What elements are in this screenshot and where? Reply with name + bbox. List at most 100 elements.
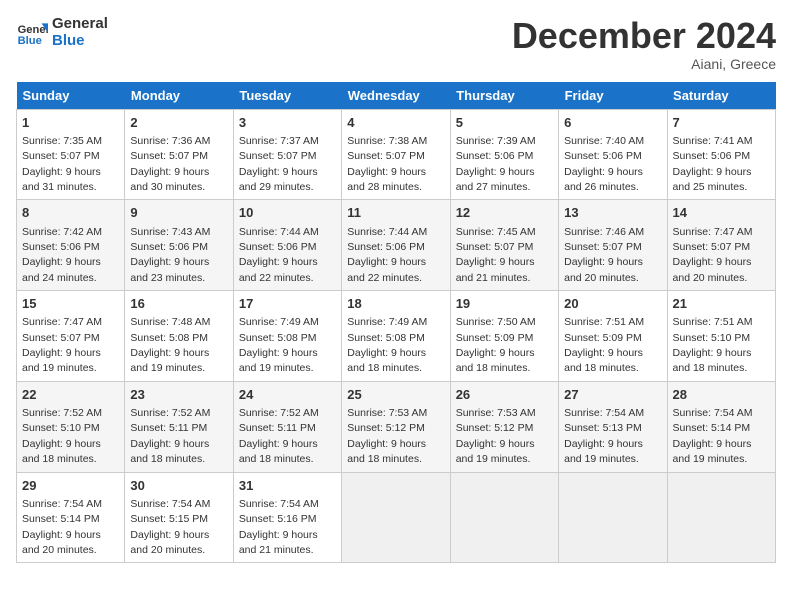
calendar-cell: 25 Sunrise: 7:53 AMSunset: 5:12 PMDaylig… <box>342 381 450 472</box>
logo: General Blue General Blue <box>16 16 108 49</box>
day-number: 20 <box>564 295 661 313</box>
day-info: Sunrise: 7:52 AMSunset: 5:10 PMDaylight:… <box>22 407 102 465</box>
day-number: 8 <box>22 204 119 222</box>
day-number: 26 <box>456 386 553 404</box>
day-number: 9 <box>130 204 227 222</box>
day-number: 1 <box>22 114 119 132</box>
calendar-week-row: 15 Sunrise: 7:47 AMSunset: 5:07 PMDaylig… <box>17 291 776 382</box>
month-title: December 2024 <box>512 16 776 56</box>
calendar-cell: 29 Sunrise: 7:54 AMSunset: 5:14 PMDaylig… <box>17 472 125 563</box>
calendar-cell: 17 Sunrise: 7:49 AMSunset: 5:08 PMDaylig… <box>233 291 341 382</box>
day-number: 30 <box>130 477 227 495</box>
day-info: Sunrise: 7:40 AMSunset: 5:06 PMDaylight:… <box>564 135 644 193</box>
day-info: Sunrise: 7:48 AMSunset: 5:08 PMDaylight:… <box>130 316 210 374</box>
day-info: Sunrise: 7:46 AMSunset: 5:07 PMDaylight:… <box>564 226 644 284</box>
day-number: 4 <box>347 114 444 132</box>
weekday-header-wednesday: Wednesday <box>342 82 450 110</box>
day-info: Sunrise: 7:39 AMSunset: 5:06 PMDaylight:… <box>456 135 536 193</box>
day-number: 11 <box>347 204 444 222</box>
day-info: Sunrise: 7:42 AMSunset: 5:06 PMDaylight:… <box>22 226 102 284</box>
day-number: 31 <box>239 477 336 495</box>
weekday-header-tuesday: Tuesday <box>233 82 341 110</box>
calendar-cell <box>559 472 667 563</box>
calendar-cell: 10 Sunrise: 7:44 AMSunset: 5:06 PMDaylig… <box>233 200 341 291</box>
calendar-cell: 26 Sunrise: 7:53 AMSunset: 5:12 PMDaylig… <box>450 381 558 472</box>
calendar-cell: 16 Sunrise: 7:48 AMSunset: 5:08 PMDaylig… <box>125 291 233 382</box>
calendar-cell: 14 Sunrise: 7:47 AMSunset: 5:07 PMDaylig… <box>667 200 775 291</box>
day-info: Sunrise: 7:54 AMSunset: 5:13 PMDaylight:… <box>564 407 644 465</box>
day-number: 16 <box>130 295 227 313</box>
day-info: Sunrise: 7:47 AMSunset: 5:07 PMDaylight:… <box>673 226 753 284</box>
weekday-header-monday: Monday <box>125 82 233 110</box>
calendar-cell <box>342 472 450 563</box>
day-info: Sunrise: 7:54 AMSunset: 5:16 PMDaylight:… <box>239 498 319 556</box>
day-info: Sunrise: 7:54 AMSunset: 5:15 PMDaylight:… <box>130 498 210 556</box>
calendar-week-row: 29 Sunrise: 7:54 AMSunset: 5:14 PMDaylig… <box>17 472 776 563</box>
weekday-header-saturday: Saturday <box>667 82 775 110</box>
calendar-cell: 24 Sunrise: 7:52 AMSunset: 5:11 PMDaylig… <box>233 381 341 472</box>
calendar-week-row: 1 Sunrise: 7:35 AMSunset: 5:07 PMDayligh… <box>17 109 776 200</box>
day-number: 13 <box>564 204 661 222</box>
calendar-cell: 20 Sunrise: 7:51 AMSunset: 5:09 PMDaylig… <box>559 291 667 382</box>
day-number: 19 <box>456 295 553 313</box>
calendar-cell: 30 Sunrise: 7:54 AMSunset: 5:15 PMDaylig… <box>125 472 233 563</box>
day-number: 15 <box>22 295 119 313</box>
day-info: Sunrise: 7:51 AMSunset: 5:09 PMDaylight:… <box>564 316 644 374</box>
calendar-cell: 12 Sunrise: 7:45 AMSunset: 5:07 PMDaylig… <box>450 200 558 291</box>
weekday-header-sunday: Sunday <box>17 82 125 110</box>
day-info: Sunrise: 7:44 AMSunset: 5:06 PMDaylight:… <box>239 226 319 284</box>
day-number: 28 <box>673 386 770 404</box>
calendar-cell: 23 Sunrise: 7:52 AMSunset: 5:11 PMDaylig… <box>125 381 233 472</box>
day-number: 27 <box>564 386 661 404</box>
day-number: 29 <box>22 477 119 495</box>
logo-line2: Blue <box>52 33 108 50</box>
day-info: Sunrise: 7:51 AMSunset: 5:10 PMDaylight:… <box>673 316 753 374</box>
day-info: Sunrise: 7:50 AMSunset: 5:09 PMDaylight:… <box>456 316 536 374</box>
day-number: 6 <box>564 114 661 132</box>
calendar-cell: 7 Sunrise: 7:41 AMSunset: 5:06 PMDayligh… <box>667 109 775 200</box>
calendar-cell: 15 Sunrise: 7:47 AMSunset: 5:07 PMDaylig… <box>17 291 125 382</box>
calendar-cell: 11 Sunrise: 7:44 AMSunset: 5:06 PMDaylig… <box>342 200 450 291</box>
day-number: 22 <box>22 386 119 404</box>
day-info: Sunrise: 7:54 AMSunset: 5:14 PMDaylight:… <box>22 498 102 556</box>
calendar-cell: 13 Sunrise: 7:46 AMSunset: 5:07 PMDaylig… <box>559 200 667 291</box>
calendar-cell: 2 Sunrise: 7:36 AMSunset: 5:07 PMDayligh… <box>125 109 233 200</box>
day-number: 24 <box>239 386 336 404</box>
calendar-week-row: 8 Sunrise: 7:42 AMSunset: 5:06 PMDayligh… <box>17 200 776 291</box>
day-info: Sunrise: 7:54 AMSunset: 5:14 PMDaylight:… <box>673 407 753 465</box>
day-number: 10 <box>239 204 336 222</box>
calendar-cell: 5 Sunrise: 7:39 AMSunset: 5:06 PMDayligh… <box>450 109 558 200</box>
day-info: Sunrise: 7:47 AMSunset: 5:07 PMDaylight:… <box>22 316 102 374</box>
calendar-cell: 9 Sunrise: 7:43 AMSunset: 5:06 PMDayligh… <box>125 200 233 291</box>
day-number: 23 <box>130 386 227 404</box>
day-info: Sunrise: 7:44 AMSunset: 5:06 PMDaylight:… <box>347 226 427 284</box>
day-number: 3 <box>239 114 336 132</box>
day-number: 25 <box>347 386 444 404</box>
calendar-cell: 3 Sunrise: 7:37 AMSunset: 5:07 PMDayligh… <box>233 109 341 200</box>
calendar-cell: 4 Sunrise: 7:38 AMSunset: 5:07 PMDayligh… <box>342 109 450 200</box>
calendar-cell <box>667 472 775 563</box>
weekday-header-row: SundayMondayTuesdayWednesdayThursdayFrid… <box>17 82 776 110</box>
day-number: 2 <box>130 114 227 132</box>
weekday-header-thursday: Thursday <box>450 82 558 110</box>
calendar-cell <box>450 472 558 563</box>
day-info: Sunrise: 7:53 AMSunset: 5:12 PMDaylight:… <box>347 407 427 465</box>
logo-icon: General Blue <box>16 17 48 49</box>
title-block: December 2024 Aiani, Greece <box>512 16 776 72</box>
day-info: Sunrise: 7:52 AMSunset: 5:11 PMDaylight:… <box>239 407 319 465</box>
day-number: 17 <box>239 295 336 313</box>
day-info: Sunrise: 7:35 AMSunset: 5:07 PMDaylight:… <box>22 135 102 193</box>
calendar-cell: 18 Sunrise: 7:49 AMSunset: 5:08 PMDaylig… <box>342 291 450 382</box>
day-info: Sunrise: 7:52 AMSunset: 5:11 PMDaylight:… <box>130 407 210 465</box>
calendar-cell: 22 Sunrise: 7:52 AMSunset: 5:10 PMDaylig… <box>17 381 125 472</box>
calendar-cell: 21 Sunrise: 7:51 AMSunset: 5:10 PMDaylig… <box>667 291 775 382</box>
day-info: Sunrise: 7:37 AMSunset: 5:07 PMDaylight:… <box>239 135 319 193</box>
calendar-cell: 27 Sunrise: 7:54 AMSunset: 5:13 PMDaylig… <box>559 381 667 472</box>
weekday-header-friday: Friday <box>559 82 667 110</box>
day-info: Sunrise: 7:36 AMSunset: 5:07 PMDaylight:… <box>130 135 210 193</box>
day-number: 18 <box>347 295 444 313</box>
calendar-cell: 1 Sunrise: 7:35 AMSunset: 5:07 PMDayligh… <box>17 109 125 200</box>
day-number: 7 <box>673 114 770 132</box>
calendar-week-row: 22 Sunrise: 7:52 AMSunset: 5:10 PMDaylig… <box>17 381 776 472</box>
calendar-cell: 6 Sunrise: 7:40 AMSunset: 5:06 PMDayligh… <box>559 109 667 200</box>
